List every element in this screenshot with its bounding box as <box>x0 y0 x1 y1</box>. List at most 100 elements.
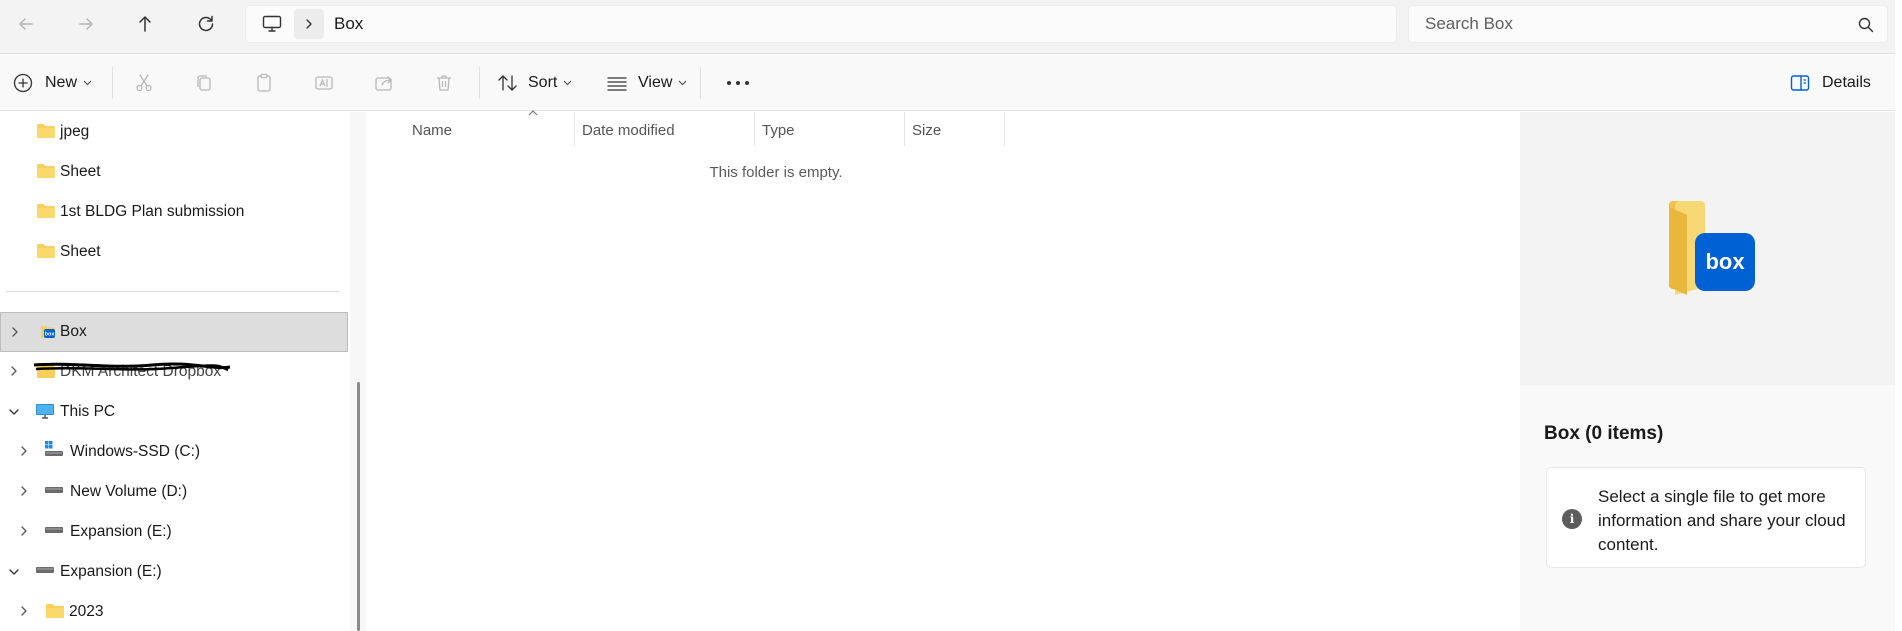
expand-chevron[interactable] <box>6 363 22 379</box>
nav-item-label: Sheet <box>60 243 101 260</box>
expand-chevron[interactable] <box>16 523 32 539</box>
nav-item-box[interactable]: box Box <box>0 312 348 352</box>
collapse-chevron[interactable] <box>6 404 22 420</box>
nav-item-label: Windows-SSD (C:) <box>70 443 201 460</box>
search-input[interactable] <box>1425 14 1887 34</box>
rename-button[interactable] <box>304 65 344 101</box>
chevron-down-icon <box>9 409 19 415</box>
breadcrumb-box[interactable]: Box <box>334 14 363 34</box>
nav-item-label: Sheet <box>60 163 101 180</box>
nav-item-drive-e[interactable]: Expansion (E:) <box>0 512 348 552</box>
toolbar-divider <box>479 67 480 99</box>
nav-item-label: 1st BLDG Plan submission <box>60 203 245 220</box>
nav-item-sheet[interactable]: Sheet <box>0 152 348 192</box>
svg-text:box: box <box>45 332 56 338</box>
details-title: Box (0 items) <box>1544 423 1664 444</box>
chevron-right-icon <box>21 606 27 616</box>
breadcrumb-chevron-button[interactable] <box>294 9 324 39</box>
scissors-icon <box>136 74 152 92</box>
refresh-button[interactable] <box>186 8 226 40</box>
rename-icon <box>315 76 333 90</box>
nav-item-sheet[interactable]: Sheet <box>0 232 348 272</box>
column-header-date-modified[interactable]: Date modified <box>582 112 752 148</box>
nav-item-expansion-root[interactable]: Expansion (E:) <box>0 552 348 592</box>
nav-item-label: 2023 <box>69 603 104 620</box>
nav-item-label: Box <box>60 323 87 340</box>
command-bar: New Sort View Details <box>0 55 1895 111</box>
file-list[interactable]: Name Date modified Type Size This folder… <box>368 110 1520 631</box>
refresh-icon <box>198 15 214 32</box>
nav-item-label: Expansion (E:) <box>70 523 172 540</box>
column-label: Size <box>912 121 942 139</box>
folder-icon <box>37 244 55 258</box>
arrow-right-icon <box>79 18 93 30</box>
share-button[interactable] <box>364 65 404 101</box>
column-header-size[interactable]: Size <box>912 112 1002 148</box>
nav-divider <box>6 291 339 292</box>
nav-item-label: Expansion (E:) <box>60 563 162 580</box>
this-pc-icon[interactable] <box>252 6 292 42</box>
delete-button[interactable] <box>424 65 464 101</box>
drive-icon <box>45 527 63 533</box>
drive-icon <box>36 567 54 573</box>
forward-button[interactable] <box>66 8 106 40</box>
address-bar-row: Box <box>0 0 1895 54</box>
nav-item-drive-d[interactable]: New Volume (D:) <box>0 472 348 512</box>
collapse-chevron[interactable] <box>6 564 22 580</box>
up-button[interactable] <box>125 8 165 40</box>
column-header-type[interactable]: Type <box>762 112 902 148</box>
toolbar-divider <box>112 67 113 99</box>
new-button[interactable]: New <box>13 65 92 101</box>
see-more-button[interactable] <box>718 65 758 101</box>
details-button[interactable]: Details <box>1790 65 1871 101</box>
chevron-down-icon <box>678 80 687 86</box>
new-label: New <box>45 74 78 91</box>
trash-icon <box>437 75 451 91</box>
info-text: Select a single file to get more informa… <box>1598 487 1846 554</box>
column-header-name[interactable]: Name <box>412 110 542 148</box>
copy-button[interactable] <box>184 65 224 101</box>
folder-icon <box>37 164 55 178</box>
expand-chevron[interactable] <box>16 603 32 619</box>
more-horizontal-icon <box>727 81 749 85</box>
drive-windows-icon <box>45 441 63 456</box>
window-edge <box>1895 0 1902 631</box>
sort-icon <box>498 75 517 91</box>
search-box[interactable] <box>1408 5 1888 43</box>
expand-chevron[interactable] <box>16 483 32 499</box>
nav-item-jpeg[interactable]: jpeg <box>0 112 348 152</box>
arrow-left-icon <box>19 18 33 30</box>
nav-item-drive-c[interactable]: Windows-SSD (C:) <box>0 432 348 472</box>
preview-area: box <box>1520 112 1895 385</box>
search-icon[interactable] <box>1857 16 1875 34</box>
column-divider[interactable] <box>1004 112 1005 146</box>
view-button[interactable]: View <box>606 65 687 101</box>
nav-item-label: jpeg <box>60 123 90 140</box>
expand-chevron[interactable] <box>7 324 23 340</box>
nav-scrollbar-thumb[interactable] <box>357 382 360 631</box>
nav-item-this-pc[interactable]: This PC <box>0 392 348 432</box>
cut-button[interactable] <box>124 65 164 101</box>
arrow-up-icon <box>139 16 151 32</box>
column-divider[interactable] <box>904 112 905 146</box>
clipboard-icon <box>257 73 271 92</box>
this-pc-icon <box>36 404 54 419</box>
sort-label: Sort <box>528 74 558 91</box>
chevron-down-icon <box>563 80 572 86</box>
back-button[interactable] <box>6 8 46 40</box>
column-divider[interactable] <box>574 112 575 146</box>
info-icon: i <box>1562 509 1582 529</box>
chevron-right-icon <box>306 19 312 29</box>
address-bar[interactable]: Box <box>245 5 1397 43</box>
paste-button[interactable] <box>244 65 284 101</box>
details-pane: box Box (0 items) i Select a single file… <box>1520 112 1895 631</box>
sort-button[interactable]: Sort <box>497 65 572 101</box>
expand-chevron[interactable] <box>16 443 32 459</box>
column-label: Name <box>412 121 453 139</box>
chevron-down-icon <box>83 80 92 86</box>
nav-item-label: New Volume (D:) <box>70 483 188 500</box>
column-divider[interactable] <box>754 112 755 146</box>
nav-item-2023[interactable]: 2023 <box>0 592 348 631</box>
nav-item-bldg-plan[interactable]: 1st BLDG Plan submission <box>0 192 348 232</box>
box-folder-icon: box <box>41 326 56 338</box>
